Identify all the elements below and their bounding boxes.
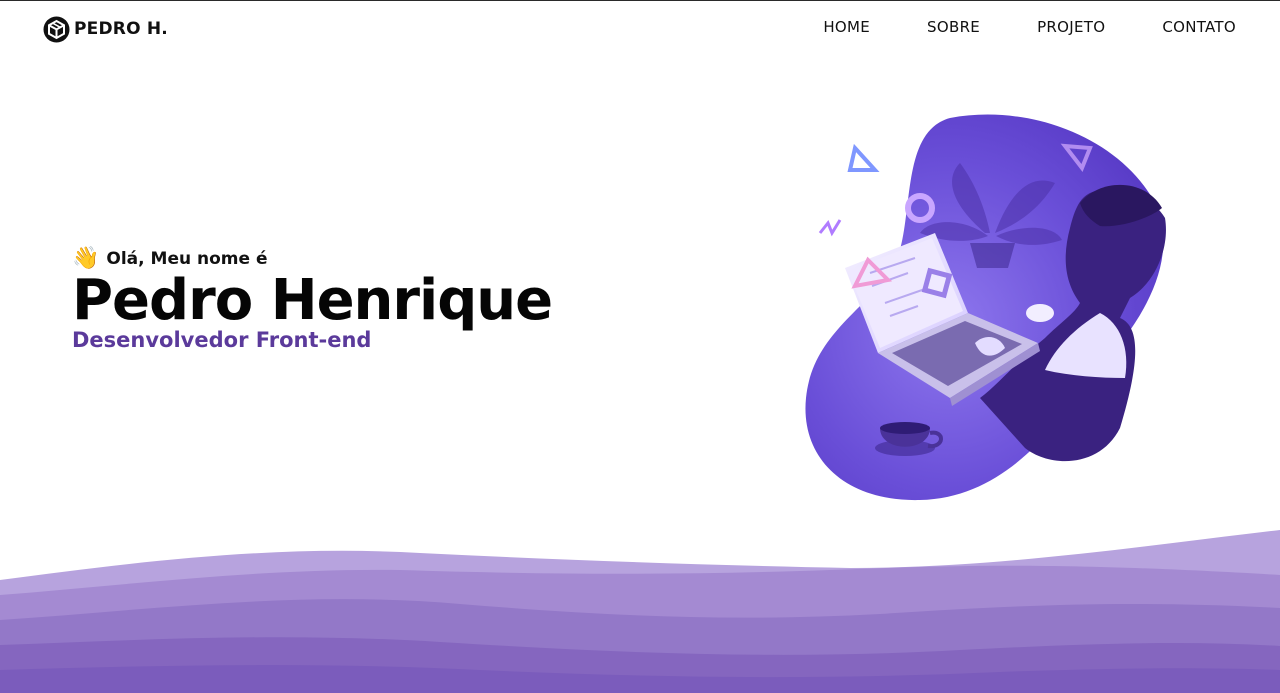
hero-section: 👋 Olá, Meu nome é Pedro Henrique Desenvo… — [72, 248, 553, 353]
site-header: PEDRO H. HOME SOBRE PROJETO CONTATO — [0, 0, 1280, 58]
box-logo-icon — [43, 16, 70, 43]
nav-contato-link[interactable]: CONTATO — [1162, 18, 1236, 36]
nav-sobre-link[interactable]: SOBRE — [927, 18, 980, 36]
brand-name: PEDRO H. — [74, 19, 168, 39]
main-nav: HOME SOBRE PROJETO CONTATO — [823, 18, 1236, 36]
waving-hand-icon: 👋 — [72, 246, 100, 271]
greeting-text: Olá, Meu nome é — [106, 249, 268, 269]
brand-logo[interactable]: PEDRO H. — [43, 15, 168, 43]
nav-home-link[interactable]: HOME — [823, 18, 870, 36]
wave-footer-decoration — [0, 530, 1280, 693]
developer-laptop-illustration — [805, 114, 1166, 501]
nav-projeto-link[interactable]: PROJETO — [1037, 18, 1105, 36]
greeting-line: 👋 Olá, Meu nome é — [72, 248, 552, 270]
hero-name: Pedro Henrique — [72, 268, 553, 333]
